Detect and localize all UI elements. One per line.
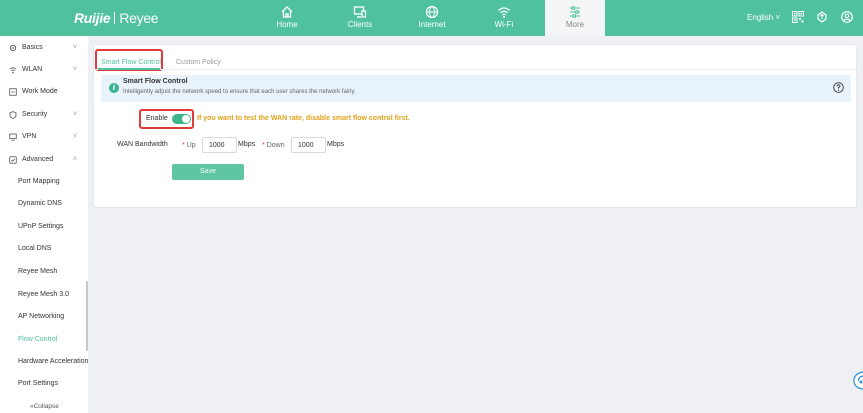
chevron-down-icon: ˅ [73,44,78,51]
language-selector[interactable]: English ˅ [747,13,780,22]
wan-rate-warning: If you want to test the WAN rate, disabl… [197,115,410,122]
sidebar-subitem-port-settings[interactable]: Port Settings [18,376,58,392]
info-icon: i [109,83,119,93]
globe-icon [425,5,439,19]
nav-clients[interactable]: Clients [323,0,397,36]
sidebar-subitem-flow-control[interactable]: Flow Control [18,332,57,348]
sidebar-subitem-reyee-mesh-3[interactable]: Reyee Mesh 3.0 [18,287,69,303]
collapse-sidebar-button[interactable]: «Collapse [30,403,59,410]
down-unit: Mbps [327,141,345,148]
chevron-down-icon: ˅ [73,111,78,118]
logo-ruijie: Ruijie [74,10,111,26]
nav-internet[interactable]: Internet [395,0,469,36]
sidebar-item-label: Advanced [22,156,54,163]
sidebar-item-vpn[interactable]: VPN ˅ [0,126,88,148]
sidebar-item-label: VPN [22,133,37,140]
sidebar-item-label: Work Mode [22,88,58,95]
sidebar-subitem-dynamic-dns[interactable]: Dynamic DNS [18,196,62,212]
sidebar-subitem-port-mapping[interactable]: Port Mapping [18,174,60,190]
nav-wifi-label: Wi-Fi [494,20,514,29]
chevron-down-icon: ˅ [73,133,78,140]
nav-more[interactable]: More [545,0,605,36]
down-bandwidth-input[interactable] [291,137,326,153]
sliders-icon [570,6,580,18]
nav-home-label: Home [276,20,298,29]
nav-home[interactable]: Home [250,0,324,36]
home-icon [281,6,293,18]
wifi-icon [498,7,510,18]
required-mark: * [182,142,185,149]
nav-more-label: More [565,20,585,29]
sidebar-item-basics[interactable]: Basics ˅ [0,37,88,59]
up-bandwidth-input[interactable] [202,137,237,153]
up-label: * Up [182,142,196,149]
down-label: * Down [262,142,285,149]
help-icon[interactable] [833,82,844,93]
gear-icon [9,44,17,52]
floating-assistant-icon[interactable] [851,370,863,390]
sidebar-subitem-ap-networking[interactable]: AP Networking [18,309,64,325]
active-tab-underline [98,68,160,70]
mode-icon [9,88,17,96]
sidebar-item-label: WLAN [22,66,43,73]
chevron-up-icon: ˄ [73,156,78,163]
sidebar-item-label: Security [22,111,48,118]
toggle-knob [182,115,190,123]
sidebar-item-label: Basics [22,44,43,51]
ruijie-reyee-logo: Ruijie Reyee [74,10,159,26]
top-bar: Ruijie Reyee Home Clients Internet Wi-Fi … [0,0,863,36]
up-unit: Mbps [238,141,256,148]
nav-internet-label: Internet [418,20,446,29]
advanced-icon [9,156,17,164]
sidebar-item-security[interactable]: Security ˅ [0,104,88,126]
enable-toggle[interactable] [172,114,191,124]
sidebar-subitem-upnp-settings[interactable]: UPnP Settings [18,219,63,235]
chevron-down-icon: ˅ [73,66,78,73]
enable-label: Enable [146,115,168,122]
vpn-icon [9,133,17,141]
chevron-down-icon: ˅ [775,13,781,22]
tab-custom-policy[interactable]: Custom Policy [176,59,221,66]
up-label-text: Up [186,142,196,149]
info-banner: i Smart Flow Control Intelligently adjus… [101,75,851,102]
sidebar-subitem-reyee-mesh[interactable]: Reyee Mesh [18,264,57,280]
logo-reyee: Reyee [119,10,159,26]
save-button[interactable]: Save [172,164,244,180]
sidebar: Basics ˅ WLAN ˅ Work Mode Security ˅ VPN… [0,36,88,413]
nav-wifi[interactable]: Wi-Fi [467,0,541,36]
sidebar-item-work-mode[interactable]: Work Mode [0,81,88,103]
tab-divider [94,69,858,70]
nav-clients-label: Clients [347,20,373,29]
sidebar-item-wlan[interactable]: WLAN ˅ [0,59,88,81]
banner-description: Intelligently adjust the network speed t… [123,89,356,95]
sidebar-scrollbar[interactable] [86,281,88,351]
sidebar-subitem-local-dns[interactable]: Local DNS [18,241,51,257]
required-mark: * [262,142,265,149]
clients-icon [353,6,367,18]
account-icon[interactable] [841,11,853,23]
down-label-text: Down [266,142,285,149]
wifi-icon [9,67,17,74]
sidebar-item-advanced[interactable]: Advanced ˄ [0,149,88,171]
banner-title: Smart Flow Control [123,78,188,85]
flow-control-card: Smart Flow Control Custom Policy i Smart… [93,44,858,208]
upgrade-icon[interactable] [816,11,828,23]
language-label: English [747,13,774,22]
shield-icon [9,111,17,119]
wan-bandwidth-label: WAN Bandwidth [117,141,168,148]
qr-code-icon[interactable] [792,11,804,23]
sidebar-subitem-hardware-acceleration[interactable]: Hardware Acceleration [18,354,88,370]
